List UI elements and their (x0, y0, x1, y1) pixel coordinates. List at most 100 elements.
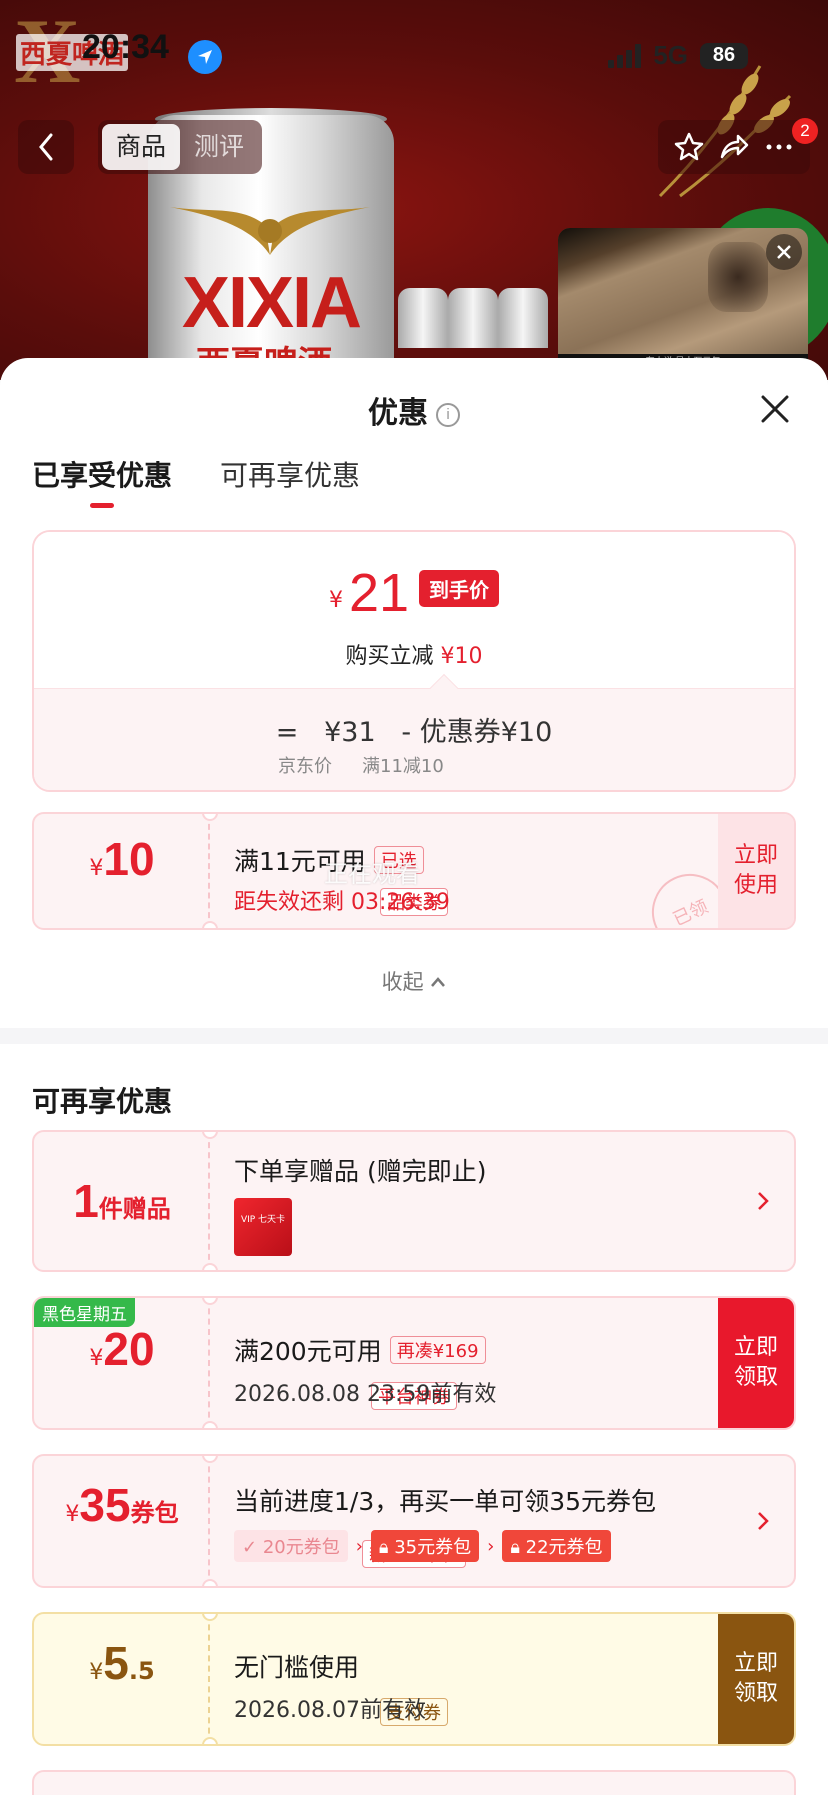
next-offer-peek (32, 1770, 796, 1795)
coupon-value: 20 (103, 1323, 155, 1375)
sheet-title: 优惠 i (0, 388, 828, 432)
coupon-decimal: .5 (128, 1657, 155, 1685)
currency-symbol: ¥ (89, 1660, 104, 1685)
gift-count-unit: 件赠品 (98, 1195, 171, 1223)
package-steps: ✓ 20元券包 › 🔒︎ 35元券包 › 🔒︎ 22元券包 (234, 1530, 611, 1562)
back-icon (39, 133, 53, 161)
video-subject (708, 242, 768, 312)
step-done: ✓ 20元券包 (234, 1530, 348, 1562)
step-arrow-icon: › (487, 1535, 495, 1557)
black-friday-tag: 黑色星期五 (34, 1298, 135, 1327)
notification-badge: 2 (792, 118, 818, 144)
nav-actions (658, 120, 810, 174)
coupon-notch (202, 1263, 218, 1270)
final-price: ¥21 到手价 (34, 562, 794, 624)
status-indicators: 5G 86 (608, 40, 748, 71)
coupon-notch (202, 1421, 218, 1428)
tab-product[interactable]: 商品 (102, 124, 181, 170)
reduction-amount: ¥10 (440, 644, 483, 669)
countdown-time: 03:26:39 (351, 890, 450, 915)
currency-symbol: ¥ (89, 856, 104, 881)
platform-coupon: 黑色星期五 ¥20 平台神券 满200元可用 再凑¥169 2026.08.08 … (32, 1296, 796, 1430)
base-price-label: 京东价 (278, 756, 332, 777)
gift-card-image: VIP 七天卡 (234, 1198, 292, 1256)
collapse-label: 收起 (381, 970, 424, 994)
status-time: 20:34 (82, 28, 169, 66)
coupon-countdown: 距失效还剩 03:26:39 (234, 884, 450, 916)
instant-reduction: 购买立减 ¥10 (34, 638, 794, 670)
step-locked: 🔒︎ 35元券包 (370, 1530, 480, 1562)
use-now-button[interactable]: 立即 使用 (718, 814, 794, 928)
tab-more-discounts[interactable]: 可再享优惠 (220, 454, 360, 504)
tab-enjoyed-discounts[interactable]: 已享受优惠 (32, 454, 172, 508)
coupon-condition-text: 满200元可用 (234, 1337, 382, 1366)
formula-minus: - (401, 717, 412, 748)
claim-now-button[interactable]: 立即 领取 (718, 1614, 794, 1744)
step-label: 22元券包 (525, 1537, 603, 1558)
more-discounts-title: 可再享优惠 (32, 1085, 173, 1118)
coupon-amount: ¥20 (34, 1322, 210, 1376)
back-button[interactable] (18, 120, 74, 174)
eagle-logo-icon (170, 207, 370, 255)
video-close-button[interactable] (766, 234, 802, 270)
pack-can (498, 288, 548, 348)
share-icon[interactable] (718, 131, 750, 163)
chevron-right-icon (758, 1192, 769, 1210)
close-icon (777, 245, 791, 259)
package-unit: 券包 (130, 1499, 179, 1527)
add-more-pill: 再凑¥169 (389, 1336, 486, 1364)
gift-title: 下单享赠品 (赠完即止) (234, 1157, 487, 1186)
currency-symbol: ¥ (65, 1502, 80, 1527)
coupon-value: 5 (103, 1637, 129, 1689)
coupon-notch (202, 921, 218, 928)
close-icon[interactable] (758, 392, 792, 426)
formula-base-price: ¥31 (324, 717, 376, 748)
step-label: 20元券包 (262, 1537, 340, 1558)
tab-review[interactable]: 测评 (180, 124, 258, 170)
signal-icon (608, 43, 642, 68)
package-progress: 当前进度1/3，再买一单可领35元券包 (234, 1487, 657, 1516)
coupon-condition: 满200元可用 再凑¥169 (234, 1332, 486, 1368)
product-tab-switch: 商品 测评 (98, 120, 263, 174)
coupon-notch (202, 1579, 218, 1586)
price-formula: = ¥31 - 优惠券¥10 (34, 710, 794, 749)
coupon-value: 10 (103, 833, 155, 885)
location-arrow-icon (188, 40, 222, 74)
chevron-up-icon (431, 977, 446, 987)
product-hero: X 西夏啤酒 XIXIA 西夏啤酒 20:34 5G 86 (0, 0, 828, 380)
formula-coupon: 优惠券¥10 (419, 717, 553, 748)
star-icon[interactable] (673, 131, 705, 163)
final-price-value: 21 (348, 563, 410, 623)
countdown-label: 距失效还剩 (234, 890, 345, 915)
floating-video[interactable]: 有人说 是十万元年 (558, 228, 808, 370)
pack-can (398, 288, 448, 348)
gift-count-value: 1 (73, 1175, 99, 1227)
payment-coupon: ¥5.5 支付券 无门槛使用 2026.08.07前有效 立即 领取 (32, 1612, 796, 1746)
step-locked: 🔒︎ 22元券包 (502, 1530, 611, 1562)
currency-symbol: ¥ (328, 588, 343, 613)
coupon-amount: ¥10 (34, 832, 210, 886)
claim-now-button[interactable]: 立即 领取 (718, 1298, 794, 1428)
coupon-expiry: 2026.08.08 23:59前有效 (234, 1382, 497, 1407)
reduction-label: 购买立减 (345, 644, 434, 669)
collapse-button[interactable]: 收起 (0, 966, 828, 996)
pack-can (448, 288, 498, 348)
formula-equals: = (275, 717, 299, 748)
applied-coupon: ¥10 品类券 满11元可用 已选 正在观看 距失效还剩 03:26:39 已领 … (32, 812, 796, 930)
gift-count: 1件赠品 (34, 1174, 210, 1228)
coupon-notch (202, 1737, 218, 1744)
new-user-package[interactable]: ¥35券包 新人三单礼 当前进度1/3，再买一单可领35元券包 ✓ 20元券包 … (32, 1454, 796, 1588)
coupon-expiry: 2026.08.07前有效 (234, 1698, 426, 1723)
more-icon[interactable] (763, 131, 795, 163)
gift-offer[interactable]: 1件赠品 下单享赠品 (赠完即止) VIP 七天卡 (32, 1130, 796, 1272)
currency-symbol: ¥ (89, 1346, 104, 1371)
discount-tabs: 已享受优惠 可再享优惠 (32, 454, 360, 508)
final-price-tag: 到手价 (419, 570, 500, 607)
coupon-amount: ¥5.5 (34, 1636, 210, 1690)
package-amount: ¥35券包 (34, 1478, 210, 1532)
network-type: 5G (653, 40, 688, 70)
final-price-card: ¥21 到手价 购买立减 ¥10 = ¥31 - 优惠券¥10 京东价 满11减1… (32, 530, 796, 792)
info-icon[interactable]: i (436, 402, 460, 427)
can-brand-text: XIXIA (181, 263, 362, 343)
chevron-right-icon (758, 1512, 769, 1530)
